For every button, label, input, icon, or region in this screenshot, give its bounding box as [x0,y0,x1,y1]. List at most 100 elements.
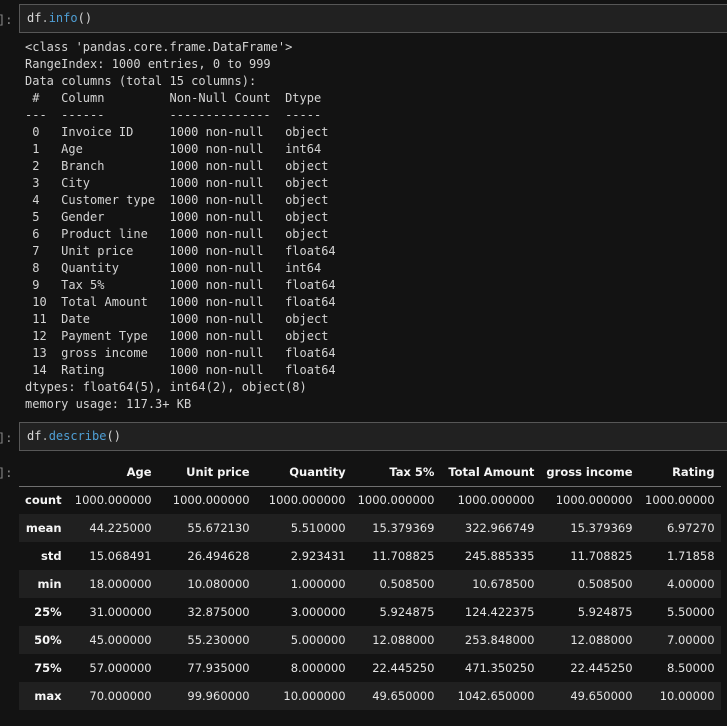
code-token: df [27,429,41,443]
table-cell: 55.672130 [158,514,256,542]
table-cell: 1.000000 [256,570,352,598]
row-label: 75% [19,654,68,682]
table-cell: 26.494628 [158,542,256,570]
table-cell: 5.000000 [256,626,352,654]
table-cell: 1000.000000 [158,486,256,514]
table-cell: 15.068491 [68,542,158,570]
table-cell: 15.379369 [352,514,441,542]
table-cell: 10.080000 [158,570,256,598]
column-header: Quantity [256,459,352,486]
table-cell: 31.000000 [68,598,158,626]
table-row: 50%45.00000055.2300005.00000012.08800025… [19,626,721,654]
table-cell: 45.000000 [68,626,158,654]
table-cell: 11.708825 [540,542,638,570]
table-cell: 0.508500 [540,570,638,598]
describe-table: AgeUnit priceQuantityTax 5%Total Amountg… [19,459,721,710]
row-label: max [19,682,68,710]
info-output-area: <class 'pandas.core.frame.DataFrame'> Ra… [0,33,727,413]
table-row: count1000.0000001000.0000001000.00000010… [19,486,721,514]
table-cell: 55.230000 [158,626,256,654]
table-row: std15.06849126.4946282.92343111.70882524… [19,542,721,570]
table-cell: 245.885335 [440,542,540,570]
table-cell: 11.708825 [352,542,441,570]
table-cell: 124.422375 [440,598,540,626]
code-token: () [78,11,92,25]
table-cell: 4.00000 [639,570,721,598]
table-cell: 1000.000000 [256,486,352,514]
table-cell: 3.000000 [256,598,352,626]
table-cell: 10.678500 [440,570,540,598]
code-text-describe: df.describe() [27,428,720,445]
table-cell: 322.966749 [440,514,540,542]
code-token: () [106,429,120,443]
table-cell: 1000.000000 [352,486,441,514]
input-prompt: ]: [0,4,19,29]
row-label: mean [19,514,68,542]
table-cell: 12.088000 [540,626,638,654]
code-token: df [27,11,41,25]
column-header: Age [68,459,158,486]
table-cell: 1000.000000 [440,486,540,514]
table-cell: 1000.00000 [639,486,721,514]
table-cell: 77.935000 [158,654,256,682]
row-label: min [19,570,68,598]
table-cell: 1.71858 [639,542,721,570]
column-header: Total Amount [440,459,540,486]
row-label: count [19,486,68,514]
table-cell: 12.088000 [352,626,441,654]
table-row: max70.00000099.96000010.000000 49.6500001… [19,682,721,710]
table-row: mean44.22500055.6721305.51000015.3793693… [19,514,721,542]
table-cell: 70.000000 [68,682,158,710]
code-cell-describe: ]: df.describe() [0,422,727,451]
code-token: describe [49,429,107,443]
table-cell: 10.000000 [256,682,352,710]
table-cell: 8.000000 [256,654,352,682]
table-cell: 6.97270 [639,514,721,542]
code-token: . [41,11,48,25]
table-cell: 253.848000 [440,626,540,654]
corner-header [19,459,68,486]
code-editor-describe[interactable]: df.describe() [19,422,727,451]
row-label: std [19,542,68,570]
column-header: Tax 5% [352,459,441,486]
table-cell: 15.379369 [540,514,638,542]
table-cell: 22.445250 [540,654,638,682]
code-text-info: df.info() [27,10,720,27]
table-cell: 2.923431 [256,542,352,570]
output-prompt: ]: [0,459,19,482]
table-cell: 0.508500 [352,570,441,598]
table-cell: 10.00000 [639,682,721,710]
code-editor-info[interactable]: df.info() [19,4,727,33]
describe-output-area: ]: AgeUnit priceQuantityTax 5%Total Amou… [0,459,727,710]
column-header: gross income [540,459,638,486]
table-cell: 99.960000 [158,682,256,710]
column-header: Unit price [158,459,256,486]
table-cell: 18.000000 [68,570,158,598]
table-cell: 5.510000 [256,514,352,542]
table-cell: 5.50000 [639,598,721,626]
code-cell-info: ]: df.info() [0,4,727,33]
row-label: 25% [19,598,68,626]
table-cell: 1042.650000 [440,682,540,710]
table-row: 25%31.00000032.8750003.0000005.924875124… [19,598,721,626]
table-row: min18.00000010.0800001.0000000.50850010.… [19,570,721,598]
table-cell: 49.650000 [540,682,638,710]
jupyter-notebook: ]: df.info() <class 'pandas.core.frame.D… [0,4,727,726]
input-prompt-2: ]: [0,422,19,447]
table-cell: 471.350250 [440,654,540,682]
table-cell: 57.000000 [68,654,158,682]
table-cell: 1000.000000 [68,486,158,514]
table-cell: 5.924875 [352,598,441,626]
describe-table-wrap: AgeUnit priceQuantityTax 5%Total Amountg… [19,459,721,710]
code-token: info [49,11,78,25]
code-token: . [41,429,48,443]
table-cell: 8.50000 [639,654,721,682]
table-cell: 44.225000 [68,514,158,542]
table-cell: 7.00000 [639,626,721,654]
row-label: 50% [19,626,68,654]
table-cell: 22.445250 [352,654,441,682]
table-row: 75%57.00000077.9350008.00000022.44525047… [19,654,721,682]
table-cell: 32.875000 [158,598,256,626]
info-output-text: <class 'pandas.core.frame.DataFrame'> Ra… [25,39,336,413]
table-cell: 5.924875 [540,598,638,626]
